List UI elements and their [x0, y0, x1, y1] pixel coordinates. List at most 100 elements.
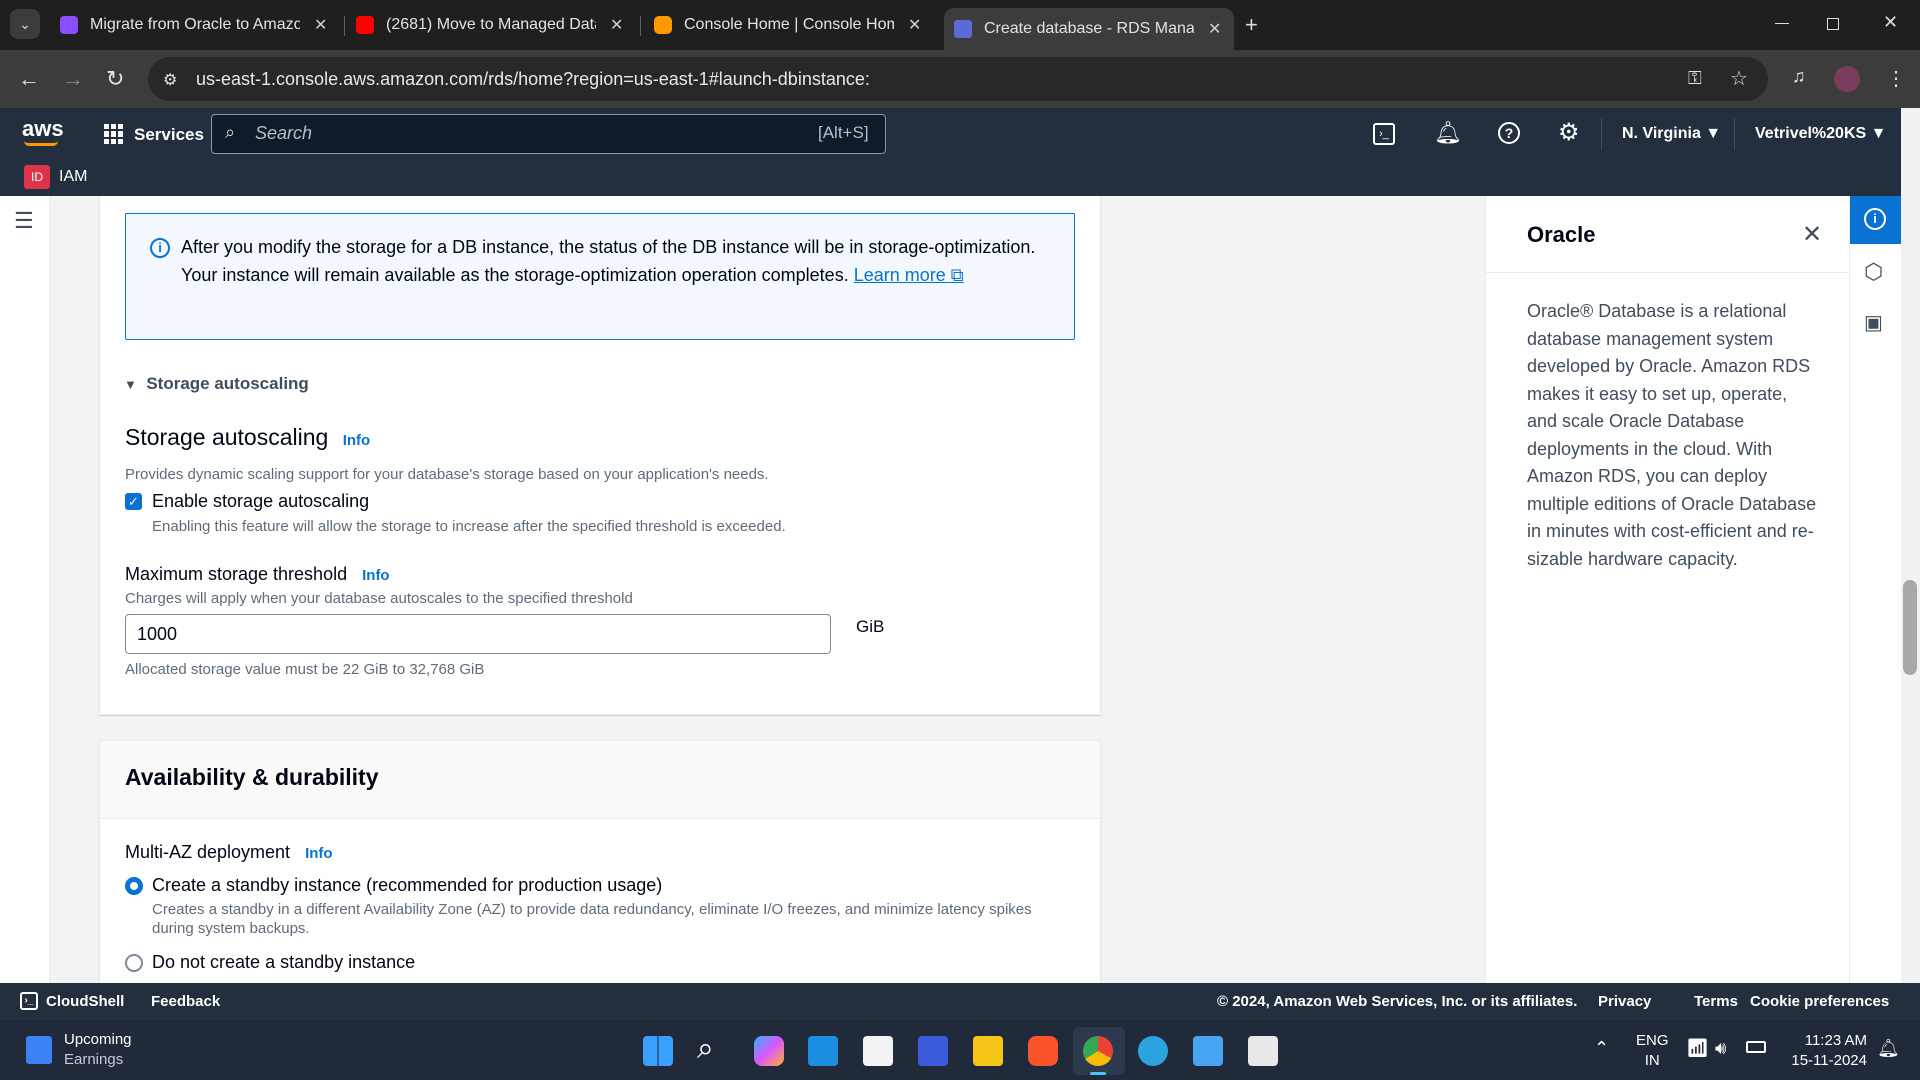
cookie-preferences-link[interactable]: Cookie preferences: [1750, 993, 1889, 1010]
tab-favicon-icon: [60, 16, 78, 34]
region-selector[interactable]: N. Virginia ▼: [1622, 125, 1721, 143]
scrollbar-thumb[interactable]: [1903, 580, 1917, 675]
app-icon[interactable]: [918, 1036, 948, 1066]
close-tab-icon[interactable]: ✕: [908, 15, 921, 35]
telegram-icon[interactable]: [1138, 1036, 1168, 1066]
hexagon-tool-icon[interactable]: ⬡: [1864, 259, 1883, 285]
close-tab-icon[interactable]: ✕: [610, 15, 623, 35]
iam-service-icon[interactable]: ID: [24, 165, 50, 189]
info-link[interactable]: Info: [362, 567, 390, 584]
language-indicator[interactable]: ENG IN: [1636, 1031, 1669, 1071]
settings-gear-icon[interactable]: ⚙: [1558, 118, 1580, 147]
standby-radio-selected[interactable]: [125, 877, 143, 895]
battery-icon[interactable]: [1746, 1041, 1766, 1053]
browser-menu-icon[interactable]: ⋮: [1886, 66, 1906, 91]
bookmark-star-icon[interactable]: ☆: [1730, 66, 1748, 91]
tutorial-tool-icon[interactable]: ▣: [1864, 310, 1883, 335]
info-link[interactable]: Info: [343, 432, 371, 449]
taskbar-search-icon[interactable]: ⌕: [697, 1032, 714, 1066]
notifications-bell-icon[interactable]: 🔔︎: [1434, 120, 1462, 146]
wifi-icon[interactable]: 📶︎: [1686, 1038, 1709, 1059]
cloudshell-icon[interactable]: ›_: [1373, 123, 1395, 145]
tab-search-button[interactable]: ⌄: [10, 9, 40, 39]
hamburger-menu-icon[interactable]: ☰: [14, 208, 34, 234]
restore-icon[interactable]: [1827, 18, 1839, 30]
storage-autoscaling-toggle[interactable]: ▼ Storage autoscaling: [124, 374, 309, 394]
cloudshell-footer-icon[interactable]: ›_: [20, 992, 38, 1010]
browser-tab[interactable]: (2681) Move to Managed Datab ✕: [356, 8, 631, 42]
browser-tab[interactable]: Console Home | Console Home ✕: [654, 8, 929, 42]
active-app-indicator: [1090, 1072, 1106, 1075]
enable-autoscaling-checkbox[interactable]: ✓: [125, 493, 142, 510]
notification-bell-icon[interactable]: 🔔︎: [1877, 1038, 1900, 1059]
standby-option-help: Creates a standby in a different Availab…: [152, 901, 1032, 937]
autoscaling-description: Provides dynamic scaling support for you…: [125, 466, 769, 483]
vscode-icon[interactable]: [808, 1036, 838, 1066]
reload-icon[interactable]: ↻: [106, 66, 124, 92]
password-key-icon[interactable]: ⚿: [1688, 68, 1702, 89]
widget-subtitle: Earnings: [64, 1051, 124, 1068]
page-scrollbar[interactable]: [1901, 108, 1920, 983]
account-menu[interactable]: Vetrivel%20KS ▼: [1755, 125, 1886, 143]
new-tab-button[interactable]: +: [1245, 12, 1258, 38]
learn-more-link[interactable]: Learn more ⧉: [854, 265, 964, 285]
tab-title: Console Home | Console Home: [684, 16, 894, 33]
feedback-link[interactable]: Feedback: [151, 993, 220, 1010]
microsoft-store-icon[interactable]: [863, 1036, 893, 1066]
constraint-text: Allocated storage value must be 22 GiB t…: [125, 661, 485, 678]
unit-label: GiB: [856, 617, 885, 636]
aws-console-icon: [654, 16, 672, 34]
services-grid-icon[interactable]: [104, 124, 124, 144]
windows-start-icon[interactable]: [643, 1036, 673, 1066]
threshold-label-row: Maximum storage threshold Info: [125, 564, 390, 585]
availability-heading: Availability & durability: [125, 764, 379, 790]
nav-divider: [1734, 118, 1735, 150]
youtube-icon: [356, 16, 374, 34]
no-standby-option-label[interactable]: Do not create a standby instance: [152, 952, 415, 973]
browser-tab[interactable]: Migrate from Oracle to Amazon ✕: [60, 8, 335, 42]
close-help-icon[interactable]: ✕: [1802, 220, 1822, 249]
forward-icon[interactable]: →: [62, 66, 84, 92]
minimize-icon[interactable]: [1775, 23, 1789, 24]
no-standby-radio[interactable]: [125, 954, 143, 972]
threshold-input-value: 1000: [137, 624, 178, 644]
privacy-link[interactable]: Privacy: [1598, 993, 1651, 1010]
close-window-icon[interactable]: ✕: [1883, 12, 1898, 33]
url-text[interactable]: us-east-1.console.aws.amazon.com/rds/hom…: [196, 69, 870, 90]
close-tab-icon[interactable]: ✕: [1208, 19, 1221, 39]
help-divider: [1486, 272, 1849, 273]
clock[interactable]: 11:23 AM 15-11-2024: [1785, 1031, 1867, 1071]
document-icon[interactable]: [1248, 1036, 1278, 1066]
search-icon: ⌕: [225, 122, 236, 142]
notepad-icon[interactable]: [1193, 1036, 1223, 1066]
volume-icon[interactable]: 🔊︎: [1715, 1038, 1726, 1059]
favorite-iam-link[interactable]: IAM: [59, 168, 87, 186]
info-link[interactable]: Info: [305, 845, 333, 862]
aws-logo[interactable]: aws: [22, 116, 64, 142]
back-icon[interactable]: ←: [18, 66, 40, 92]
standby-option-label[interactable]: Create a standby instance (recommended f…: [152, 875, 662, 896]
nav-divider: [1601, 118, 1602, 150]
brave-browser-icon[interactable]: [1028, 1036, 1058, 1066]
checkbox-label[interactable]: Enable storage autoscaling: [152, 491, 369, 512]
search-input[interactable]: [211, 114, 886, 154]
browser-tab-active[interactable]: Create database - RDS Manage ✕: [944, 8, 1234, 50]
help-icon[interactable]: ?: [1498, 122, 1520, 144]
terms-link[interactable]: Terms: [1694, 993, 1738, 1010]
services-menu[interactable]: Services: [134, 125, 204, 145]
site-info-icon[interactable]: ⚙: [163, 70, 177, 90]
file-explorer-icon[interactable]: [973, 1036, 1003, 1066]
caret-down-icon: ▼: [124, 377, 137, 392]
profile-avatar[interactable]: [1834, 66, 1860, 92]
chrome-icon[interactable]: [1083, 1036, 1113, 1066]
max-storage-threshold-input[interactable]: [125, 614, 831, 654]
show-hidden-icons[interactable]: ⌃: [1594, 1038, 1609, 1059]
weather-widget-icon[interactable]: [26, 1036, 52, 1064]
widget-title[interactable]: Upcoming: [64, 1031, 132, 1048]
threshold-description: Charges will apply when your database au…: [125, 590, 633, 607]
autoscaling-heading: Storage autoscaling Info: [125, 424, 370, 451]
cloudshell-link[interactable]: CloudShell: [46, 993, 124, 1010]
copilot-icon[interactable]: [754, 1036, 784, 1066]
media-controls-icon[interactable]: ♫: [1792, 66, 1806, 87]
close-tab-icon[interactable]: ✕: [314, 15, 327, 35]
